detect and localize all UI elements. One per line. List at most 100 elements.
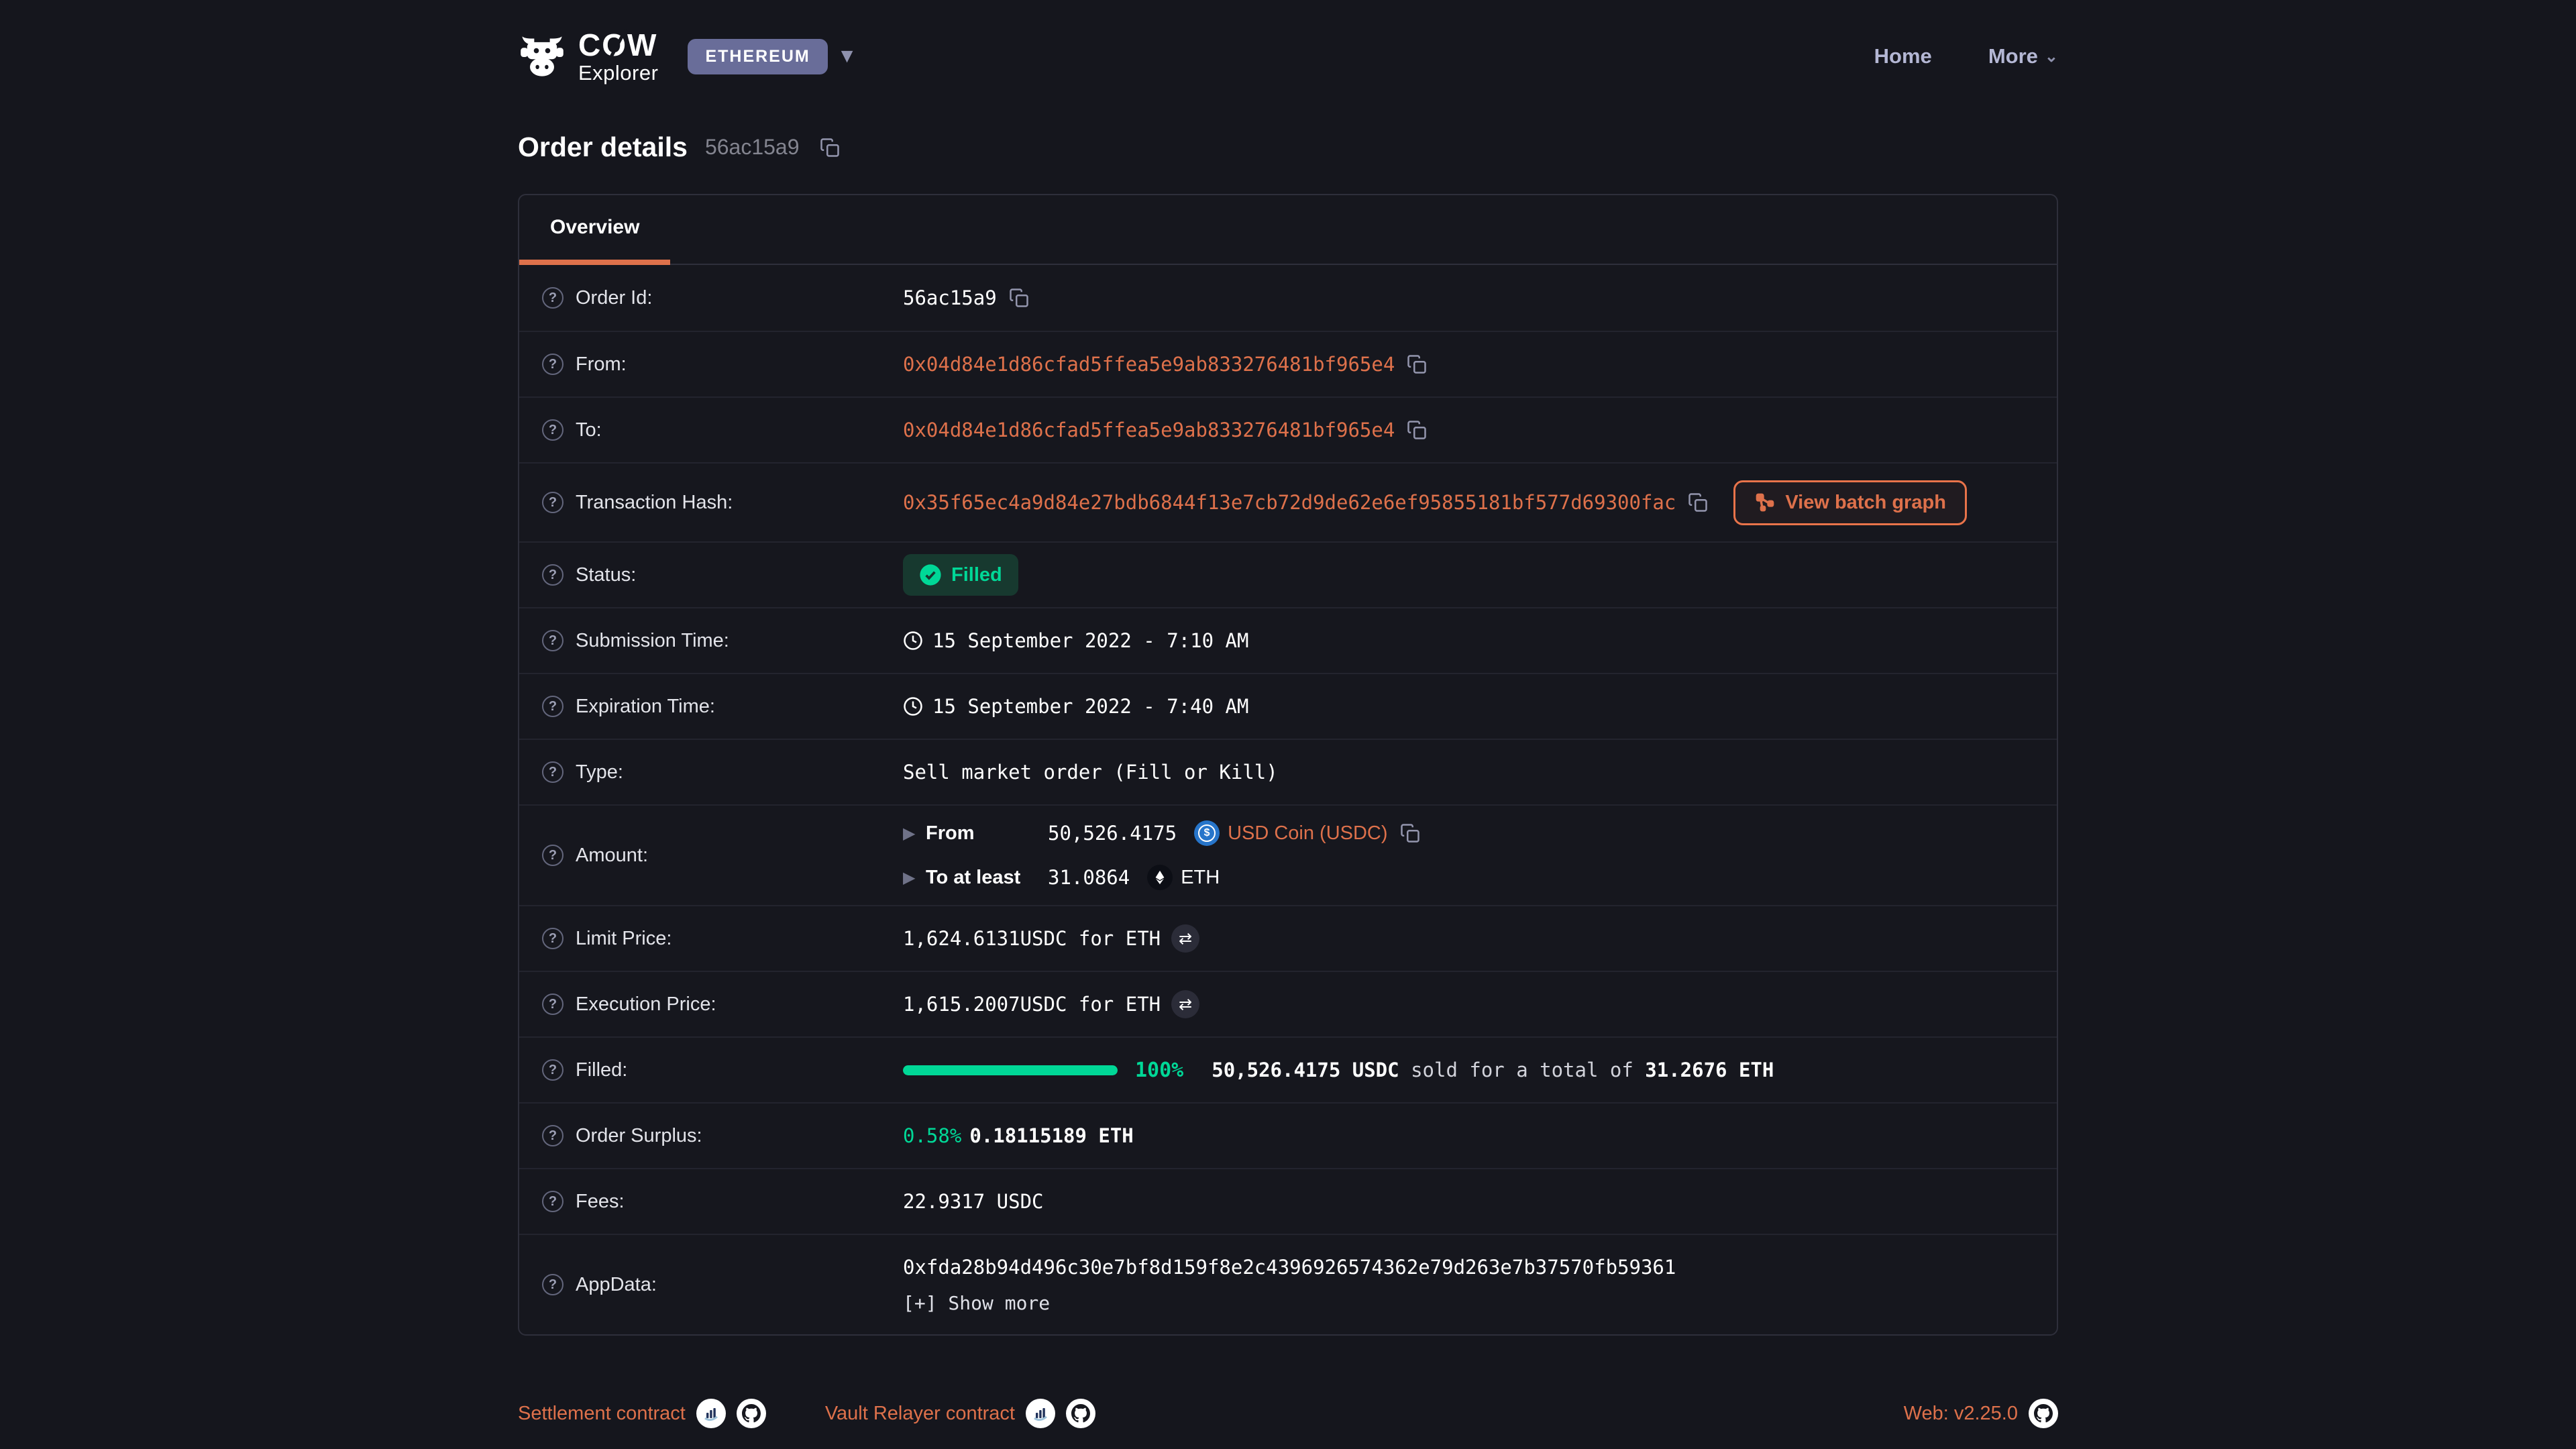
help-icon[interactable]: ? [542, 761, 564, 783]
help-icon[interactable]: ? [542, 1059, 564, 1081]
from-address-link[interactable]: 0x04d84e1d86cfad5ffea5e9ab833276481bf965… [903, 353, 1395, 376]
help-icon[interactable]: ? [542, 696, 564, 717]
etherscan-icon[interactable] [1026, 1399, 1055, 1428]
amount-to-value: 31.0864 [1048, 866, 1130, 889]
amount-to-line: ▶ To at least 31.0864 ETH [903, 865, 1420, 890]
view-batch-graph-label: View batch graph [1785, 492, 1946, 514]
row-fees: ? Fees: 22.9317 USDC [519, 1168, 2057, 1234]
help-icon[interactable]: ? [542, 492, 564, 513]
fees-value: 22.9317 USDC [903, 1190, 1044, 1213]
help-icon[interactable]: ? [542, 630, 564, 651]
row-label: Filled: [576, 1059, 627, 1081]
submission-time-value: 15 September 2022 - 7:10 AM [932, 629, 1248, 652]
logo-line1: COW [578, 30, 658, 60]
order-id-value: 56ac15a9 [903, 286, 997, 309]
filled-description: 50,526.4175 USDC sold for a total of 31.… [1212, 1059, 1774, 1081]
surplus-percent: 0.58% [903, 1124, 961, 1147]
filled-sold-amount: 50,526.4175 USDC [1212, 1059, 1399, 1081]
help-icon[interactable]: ? [542, 1274, 564, 1295]
row-label: To: [576, 419, 602, 441]
network-selector[interactable]: ETHEREUM ▼ [688, 39, 857, 74]
eth-icon [1147, 865, 1173, 890]
settlement-contract-link[interactable]: Settlement contract [518, 1403, 686, 1425]
batch-graph-icon [1754, 492, 1776, 513]
etherscan-icon[interactable] [696, 1399, 726, 1428]
row-amount: ? Amount: ▶ From 50,526.4175 $ USD Coin … [519, 804, 2057, 905]
eth-token-label: ETH [1181, 867, 1220, 889]
filled-progress-fill [903, 1065, 1118, 1075]
row-label: Expiration Time: [576, 696, 715, 718]
help-icon[interactable]: ? [542, 1125, 564, 1146]
web-version-link[interactable]: Web: v2.25.0 [1904, 1403, 2018, 1425]
help-icon[interactable]: ? [542, 419, 564, 441]
copy-icon[interactable] [1400, 823, 1420, 843]
help-icon[interactable]: ? [542, 994, 564, 1015]
help-icon[interactable]: ? [542, 1191, 564, 1212]
copy-icon[interactable] [1009, 288, 1029, 308]
network-badge[interactable]: ETHEREUM [688, 39, 827, 74]
row-label: Order Surplus: [576, 1125, 702, 1147]
surplus-value: 0.18115189 ETH [969, 1124, 1133, 1147]
swap-arrows-icon[interactable]: ⇄ [1171, 924, 1199, 953]
row-transaction-hash: ? Transaction Hash: 0x35f65ec4a9d84e27bd… [519, 462, 2057, 541]
logo-line2: Explorer [578, 62, 658, 83]
nav-item-home[interactable]: Home [1874, 44, 1932, 68]
order-details-card: Overview ? Order Id: 56ac15a9 ? From: 0x… [518, 194, 2058, 1336]
github-icon[interactable] [2029, 1399, 2058, 1428]
row-appdata: ? AppData: 0xfda28b94d496c30e7bf8d159f8e… [519, 1234, 2057, 1334]
row-expiration-time: ? Expiration Time: 15 September 2022 - 7… [519, 673, 2057, 739]
copy-icon[interactable] [1688, 492, 1708, 513]
nav-more-label: More [1988, 44, 2038, 68]
tx-hash-link[interactable]: 0x35f65ec4a9d84e27bdb6844f13e7cb72d9de62… [903, 491, 1676, 514]
row-label: Execution Price: [576, 994, 716, 1016]
page-title-row: Order details 56ac15a9 [518, 131, 2058, 163]
swap-arrows-icon[interactable]: ⇄ [1171, 990, 1199, 1018]
usdc-token-link[interactable]: USD Coin (USDC) [1228, 822, 1387, 845]
help-icon[interactable]: ? [542, 845, 564, 866]
github-icon[interactable] [737, 1399, 766, 1428]
cow-explorer-logo[interactable]: COW Explorer [518, 30, 658, 83]
row-to: ? To: 0x04d84e1d86cfad5ffea5e9ab83327648… [519, 396, 2057, 462]
usdc-icon: $ [1194, 820, 1220, 846]
help-icon[interactable]: ? [542, 564, 564, 586]
page-title: Order details [518, 131, 688, 163]
vault-relayer-contract-group: Vault Relayer contract [825, 1399, 1095, 1428]
triangle-right-icon: ▶ [903, 868, 926, 888]
help-icon[interactable]: ? [542, 287, 564, 309]
check-circle-icon [919, 564, 942, 586]
row-order-surplus: ? Order Surplus: 0.58% 0.18115189 ETH [519, 1102, 2057, 1168]
row-type: ? Type: Sell market order (Fill or Kill) [519, 739, 2057, 804]
appdata-hash: 0xfda28b94d496c30e7bf8d159f8e2c439692657… [903, 1256, 1676, 1279]
row-label: Limit Price: [576, 928, 672, 950]
help-icon[interactable]: ? [542, 354, 564, 375]
copy-icon[interactable] [820, 138, 840, 158]
logo-wordmark: COW Explorer [578, 30, 658, 83]
main-nav: Home More ⌄ [1874, 44, 2058, 68]
row-label: Fees: [576, 1191, 625, 1213]
copy-icon[interactable] [1407, 354, 1427, 374]
chevron-down-icon: ▼ [837, 45, 857, 68]
help-icon[interactable]: ? [542, 928, 564, 949]
expiration-time-value: 15 September 2022 - 7:40 AM [932, 695, 1248, 718]
copy-icon[interactable] [1407, 420, 1427, 440]
clock-icon [903, 631, 923, 651]
top-nav-bar: COW Explorer ETHEREUM ▼ Home More ⌄ [518, 0, 2058, 113]
footer: Settlement contract Vault Relayer contra… [518, 1399, 2058, 1428]
nav-item-more[interactable]: More ⌄ [1988, 44, 2058, 68]
github-icon[interactable] [1066, 1399, 1095, 1428]
row-label: Amount: [576, 845, 648, 867]
row-label: Transaction Hash: [576, 492, 733, 514]
row-label: Status: [576, 564, 636, 586]
appdata-show-more[interactable]: [+] Show more [903, 1292, 1676, 1314]
vault-relayer-contract-link[interactable]: Vault Relayer contract [825, 1403, 1015, 1425]
row-filled: ? Filled: 100% 50,526.4175 USDC sold for… [519, 1036, 2057, 1102]
to-address-link[interactable]: 0x04d84e1d86cfad5ffea5e9ab833276481bf965… [903, 419, 1395, 441]
row-label: Submission Time: [576, 630, 729, 652]
tab-overview[interactable]: Overview [519, 195, 670, 265]
limit-price-value: 1,624.6131USDC for ETH [903, 927, 1161, 950]
web-version-group: Web: v2.25.0 [1904, 1399, 2058, 1428]
row-execution-price: ? Execution Price: 1,615.2007USDC for ET… [519, 971, 2057, 1036]
row-label: From: [576, 354, 627, 376]
filled-percent: 100% [1135, 1059, 1183, 1082]
view-batch-graph-button[interactable]: View batch graph [1733, 480, 1967, 525]
